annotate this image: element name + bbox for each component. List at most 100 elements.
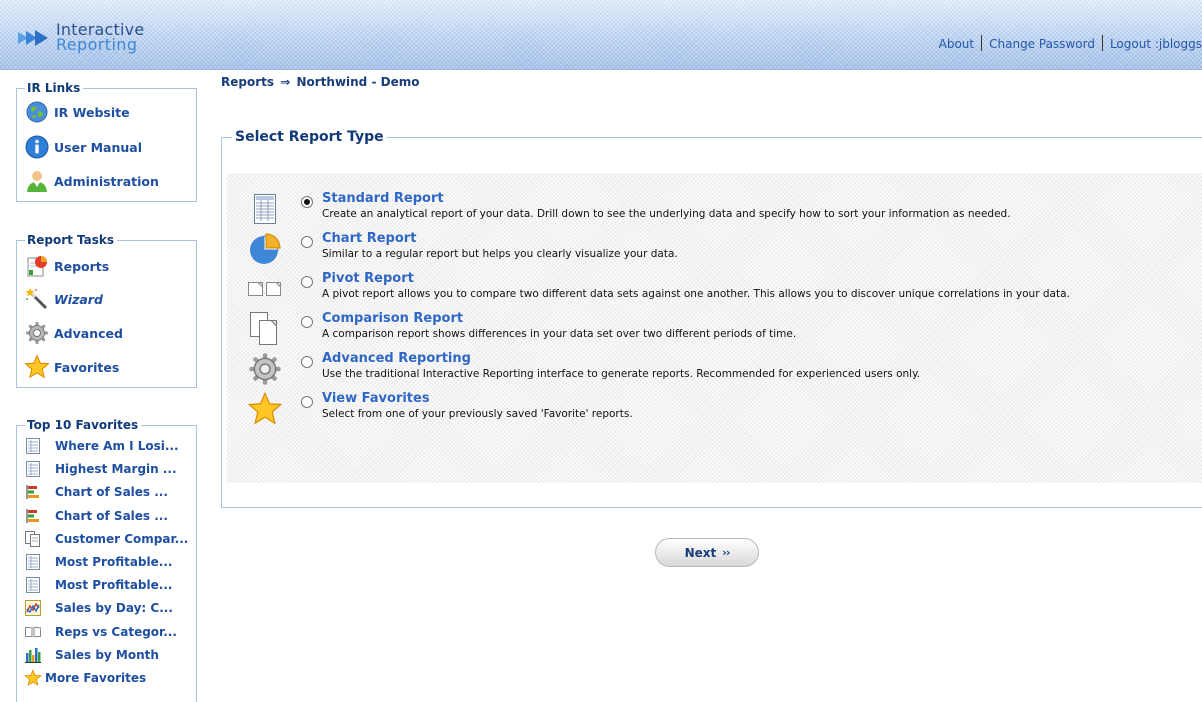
sidebar-item-favorites[interactable]: Favorites [23, 354, 119, 380]
top-favorites-title: Top 10 Favorites [25, 418, 142, 432]
column-chart-icon [23, 646, 43, 664]
sidebar-item-ir-website[interactable]: IR Website [23, 99, 130, 125]
wand-icon [23, 286, 51, 312]
option-description: A comparison report shows differences in… [322, 328, 797, 340]
logout-link[interactable]: Logout :jbloggs [1110, 37, 1202, 51]
option-description: Select from one of your previously saved… [322, 408, 633, 420]
report-tasks-title: Report Tasks [25, 233, 118, 247]
globe-icon [23, 99, 51, 125]
link-divider [981, 35, 983, 51]
info-icon [23, 134, 51, 160]
sidebar-item-label: Reports [54, 258, 110, 274]
favorite-label: Most Profitable... [55, 578, 173, 592]
ir-links-panel: IR Links IR Website User Manual Administ… [16, 81, 197, 202]
favorite-item[interactable]: Most Profitable... [23, 575, 172, 595]
app-logo[interactable]: Interactive Reporting [18, 18, 158, 58]
sidebar-item-administration[interactable]: Administration [23, 168, 159, 194]
pivot-icon [23, 623, 43, 641]
favorite-item[interactable]: Chart of Sales ... [23, 482, 168, 502]
favorite-item[interactable]: Sales by Month [23, 645, 159, 665]
app-header: Interactive Reporting About Change Passwo… [0, 0, 1202, 70]
favorite-label: Reps vs Categor... [55, 625, 177, 639]
sidebar-item-label: IR Website [54, 104, 130, 120]
radio-advanced-reporting[interactable] [301, 356, 313, 368]
favorite-label: Most Profitable... [55, 555, 173, 569]
favorite-label: Chart of Sales ... [55, 485, 168, 499]
top-favorites-panel: Top 10 Favorites Where Am I Losi... High… [16, 418, 197, 702]
option-title: View Favorites [322, 391, 430, 406]
sidebar-item-label: Favorites [54, 359, 120, 375]
radio-view-favorites[interactable] [301, 396, 313, 408]
logo-arrows-icon [18, 30, 48, 46]
favorite-item[interactable]: Highest Margin ... [23, 459, 177, 479]
gear-icon [23, 320, 51, 346]
option-comparison-report[interactable]: Comparison Report A comparison report sh… [227, 309, 1202, 349]
radio-standard-report[interactable] [301, 196, 313, 208]
option-description: A pivot report allows you to compare two… [322, 288, 1070, 300]
favorite-label: Sales by Month [55, 648, 159, 662]
bar-chart-icon [23, 483, 43, 501]
sidebar-item-label: Wizard [54, 291, 103, 307]
favorite-item[interactable]: Customer Compar... [23, 529, 188, 549]
star-icon [245, 389, 285, 429]
radio-chart-report[interactable] [301, 236, 313, 248]
option-view-favorites[interactable]: View Favorites Select from one of your p… [227, 389, 1202, 429]
option-description: Similar to a regular report but helps yo… [322, 248, 678, 260]
more-favorites-link[interactable]: More Favorites [23, 668, 146, 688]
star-icon [23, 354, 51, 380]
standard-report-icon [245, 189, 285, 229]
breadcrumb-current: Northwind - Demo [296, 75, 420, 89]
report-tasks-panel: Report Tasks Reports Wizard Advanced Fav… [16, 233, 197, 388]
report-type-options: Standard Report Create an analytical rep… [227, 173, 1202, 483]
ir-links-title: IR Links [25, 81, 84, 95]
link-divider [1101, 35, 1103, 51]
radio-pivot-report[interactable] [301, 276, 313, 288]
favorite-label: Customer Compar... [55, 532, 189, 546]
favorite-item[interactable]: Reps vs Categor... [23, 622, 177, 642]
option-description: Create an analytical report of your data… [322, 208, 1011, 220]
option-advanced-reporting[interactable]: Advanced Reporting Use the traditional I… [227, 349, 1202, 389]
radio-comparison-report[interactable] [301, 316, 313, 328]
line-chart-icon [23, 599, 43, 617]
sidebar-item-reports[interactable]: Reports [23, 253, 109, 279]
breadcrumb-root-link[interactable]: Reports [221, 75, 274, 89]
breadcrumb-arrow-icon: ⇒ [280, 75, 291, 89]
change-password-link[interactable]: Change Password [989, 37, 1095, 51]
favorite-label: Chart of Sales ... [55, 509, 168, 523]
sidebar-item-label: Advanced [54, 325, 123, 341]
table-icon [23, 576, 43, 594]
favorite-item[interactable]: Chart of Sales ... [23, 506, 168, 526]
breadcrumb: Reports ⇒ Northwind - Demo [221, 75, 419, 89]
sidebar-item-advanced[interactable]: Advanced [23, 320, 123, 346]
favorite-item[interactable]: Sales by Day: C... [23, 598, 173, 618]
favorite-item[interactable]: Where Am I Losi... [23, 436, 179, 456]
table-icon [23, 553, 43, 571]
logo-text-reporting: Reporting [56, 35, 138, 54]
compare-icon [23, 530, 43, 548]
option-pivot-report[interactable]: Pivot Report A pivot report allows you t… [227, 269, 1202, 309]
gear-icon [245, 349, 285, 389]
option-chart-report[interactable]: Chart Report Similar to a regular report… [227, 229, 1202, 269]
pie-chart-icon [245, 229, 285, 269]
chevron-right-icon: ›› [722, 546, 730, 559]
favorite-label: Sales by Day: C... [55, 601, 173, 615]
option-title: Chart Report [322, 231, 417, 246]
option-description: Use the traditional Interactive Reportin… [322, 368, 921, 380]
user-icon [23, 168, 51, 194]
favorite-item[interactable]: Most Profitable... [23, 552, 172, 572]
bar-chart-icon [23, 507, 43, 525]
option-title: Pivot Report [322, 271, 414, 286]
reports-icon [23, 253, 51, 279]
next-button[interactable]: Next ›› [655, 538, 759, 567]
option-title: Comparison Report [322, 311, 464, 326]
table-icon [23, 460, 43, 478]
option-title: Advanced Reporting [322, 351, 471, 366]
about-link[interactable]: About [939, 37, 974, 51]
sidebar-item-wizard[interactable]: Wizard [23, 286, 103, 312]
favorite-label: Highest Margin ... [55, 462, 177, 476]
compare-icon [245, 309, 285, 349]
table-icon [23, 437, 43, 455]
option-standard-report[interactable]: Standard Report Create an analytical rep… [227, 189, 1202, 229]
sidebar-item-label: User Manual [54, 139, 142, 155]
sidebar-item-user-manual[interactable]: User Manual [23, 134, 142, 160]
